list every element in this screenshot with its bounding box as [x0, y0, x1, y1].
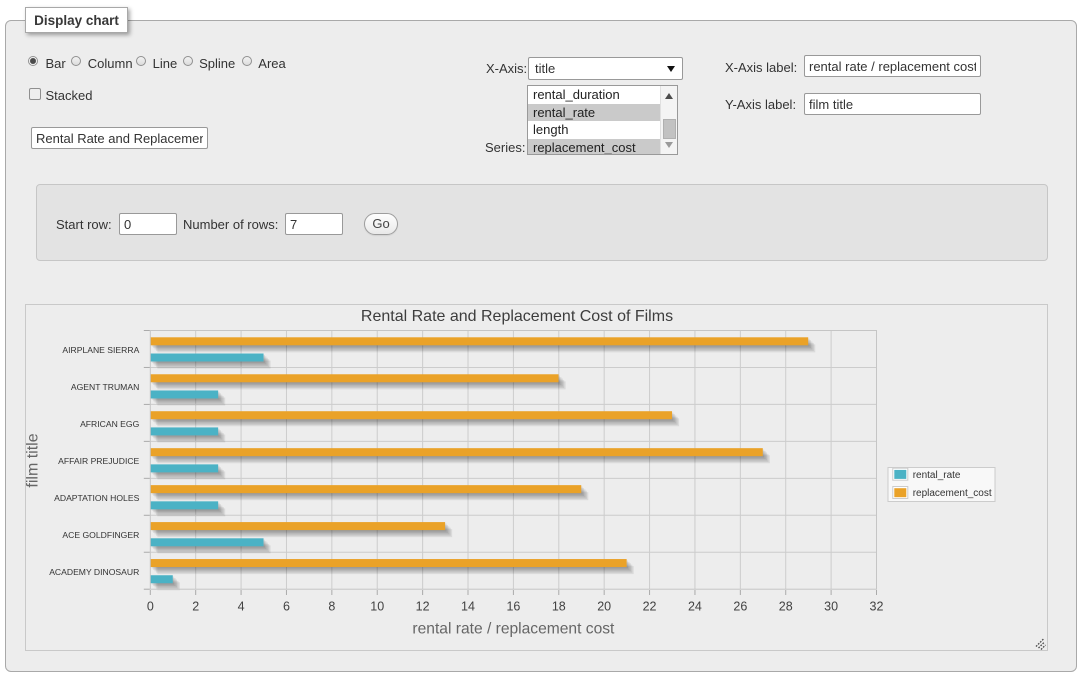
- svg-text:20: 20: [597, 600, 611, 614]
- svg-text:26: 26: [733, 600, 747, 614]
- svg-text:film title: film title: [25, 433, 42, 487]
- svg-text:0: 0: [147, 600, 154, 614]
- svg-text:10: 10: [370, 600, 384, 614]
- svg-text:Rental Rate and Replacement Co: Rental Rate and Replacement Cost of Film…: [361, 308, 673, 325]
- svg-text:12: 12: [416, 600, 430, 614]
- svg-text:30: 30: [824, 600, 838, 614]
- svg-text:AGENT TRUMAN: AGENT TRUMAN: [71, 382, 139, 392]
- svg-text:ACADEMY DINOSAUR: ACADEMY DINOSAUR: [49, 567, 139, 577]
- svg-text:replacement_cost: replacement_cost: [913, 488, 992, 499]
- svg-text:24: 24: [688, 600, 702, 614]
- svg-text:rental rate / replacement cost: rental rate / replacement cost: [412, 620, 615, 637]
- svg-text:28: 28: [779, 600, 793, 614]
- svg-text:AIRPLANE SIERRA: AIRPLANE SIERRA: [62, 345, 139, 355]
- svg-text:18: 18: [552, 600, 566, 614]
- svg-text:AFFAIR PREJUDICE: AFFAIR PREJUDICE: [58, 456, 139, 466]
- svg-text:22: 22: [643, 600, 657, 614]
- svg-text:ADAPTATION HOLES: ADAPTATION HOLES: [54, 493, 139, 503]
- svg-text:6: 6: [283, 600, 290, 614]
- svg-text:2: 2: [192, 600, 199, 614]
- svg-text:ACE GOLDFINGER: ACE GOLDFINGER: [62, 530, 139, 540]
- svg-text:8: 8: [328, 600, 335, 614]
- svg-text:rental_rate: rental_rate: [913, 470, 961, 481]
- svg-text:AFRICAN EGG: AFRICAN EGG: [80, 419, 140, 429]
- svg-text:32: 32: [870, 600, 884, 614]
- svg-text:14: 14: [461, 600, 475, 614]
- svg-text:4: 4: [238, 600, 245, 614]
- svg-text:16: 16: [506, 600, 520, 614]
